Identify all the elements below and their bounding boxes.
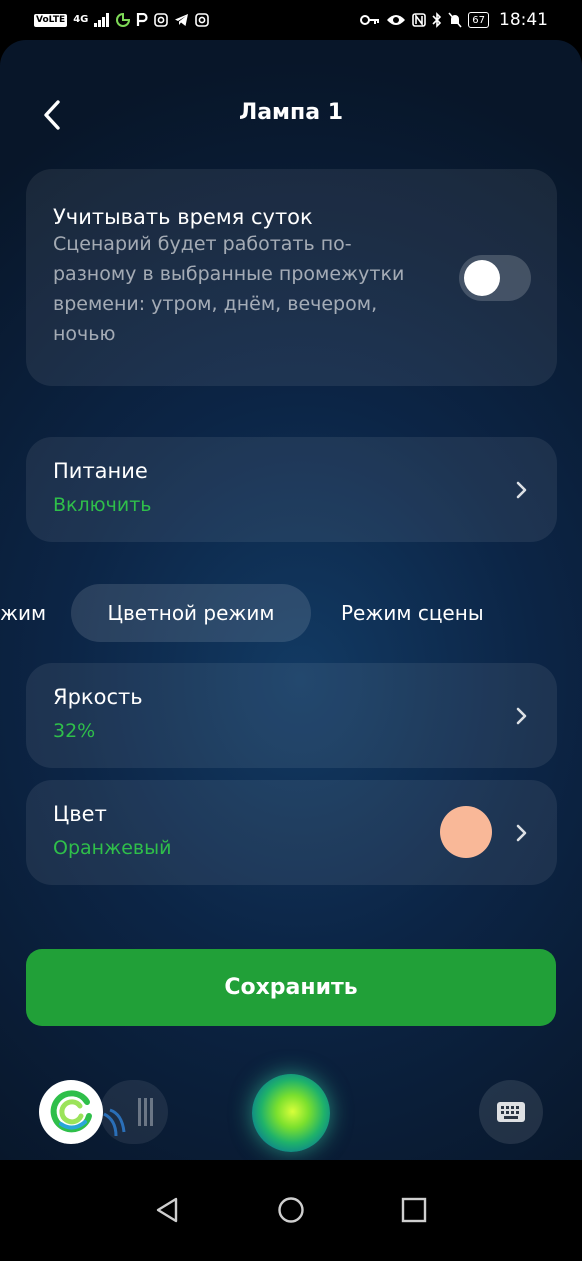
instagram-icon: [154, 13, 169, 27]
page-title: Лампа 1: [238, 100, 344, 125]
sber-swirl-icon: [50, 1090, 92, 1133]
mode-tabs: жим Цветной режим Режим сцены: [0, 584, 582, 642]
parking-icon: [137, 13, 148, 26]
telegram-icon: [175, 14, 189, 26]
triangle-back-icon: [156, 1197, 178, 1223]
circle-home-icon: [278, 1197, 304, 1223]
power-value: Включить: [53, 494, 152, 516]
tab-mode-partial[interactable]: жим: [0, 584, 46, 642]
color-swatch: [440, 806, 492, 858]
square-recents-icon: [401, 1197, 427, 1223]
volte-indicator: VoLTE: [34, 13, 68, 27]
assistant-orb-icon[interactable]: [252, 1074, 330, 1152]
save-button[interactable]: Сохранить: [26, 949, 556, 1026]
color-value: Оранжевый: [53, 837, 172, 859]
status-right: 67 18:41: [360, 10, 548, 30]
battery-icon: 67: [468, 12, 489, 28]
nav-recents-button[interactable]: [394, 1190, 434, 1230]
nav-home-button[interactable]: [271, 1190, 311, 1230]
color-card[interactable]: Цвет Оранжевый: [26, 780, 557, 885]
nfc-icon: [412, 13, 427, 27]
tab-color-mode[interactable]: Цветной режим: [71, 584, 311, 642]
clock: 18:41: [499, 10, 548, 30]
header: Лампа 1: [0, 88, 582, 142]
brightness-title: Яркость: [53, 685, 143, 709]
nav-back-button[interactable]: [147, 1190, 187, 1230]
keyboard-button[interactable]: [479, 1080, 543, 1144]
app-stack-icon[interactable]: [100, 1080, 168, 1144]
daytime-card: Учитывать время суток Сценарий будет раб…: [26, 169, 557, 386]
chevron-right-icon: [516, 824, 527, 842]
mute-bell-icon: [448, 12, 462, 28]
daytime-toggle[interactable]: [459, 255, 531, 301]
power-title: Питание: [53, 459, 148, 483]
key-icon: [360, 15, 380, 25]
brightness-card[interactable]: Яркость 32%: [26, 663, 557, 768]
status-left: VoLTE 4G: [34, 12, 210, 28]
toggle-knob: [464, 260, 500, 296]
daytime-title: Учитывать время суток: [53, 205, 313, 229]
wave-lines-icon: [103, 1098, 153, 1137]
eye-icon: [387, 15, 406, 25]
bluetooth-icon: [432, 12, 442, 28]
daytime-description: Сценарий будет работать по-разному в выб…: [53, 233, 405, 345]
network-type: 4G: [73, 14, 89, 25]
chevron-right-icon: [516, 707, 527, 725]
power-card[interactable]: Питание Включить: [26, 437, 557, 542]
system-nav-bar: [0, 1160, 582, 1261]
color-title: Цвет: [53, 802, 107, 826]
sber-logo-icon[interactable]: [39, 1080, 103, 1144]
app-screen: Лампа 1 Учитывать время суток Сценарий б…: [0, 40, 582, 1160]
status-bar: VoLTE 4G 67 18:41: [0, 0, 582, 40]
assistant-bar: [0, 1070, 582, 1160]
keyboard-icon: [497, 1102, 525, 1122]
instagram-icon-2: [195, 13, 210, 27]
chevron-right-icon: [516, 481, 527, 499]
tab-scene-mode[interactable]: Режим сцены: [341, 584, 484, 642]
sber-notification-icon: [116, 13, 131, 27]
brightness-value: 32%: [53, 720, 96, 742]
signal-icon: [94, 13, 110, 27]
